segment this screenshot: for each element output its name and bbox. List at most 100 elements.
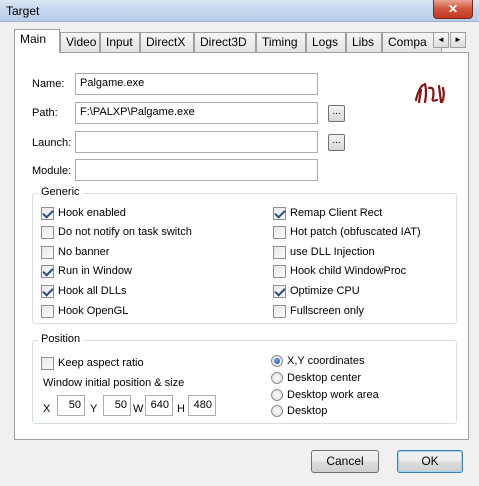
main-tab-panel: Name: Palgame.exe Path: F:\PALXP\Palgame… bbox=[14, 52, 469, 440]
window-title: Target bbox=[6, 4, 40, 18]
chevron-right-icon: ► bbox=[454, 35, 462, 44]
checkbox-label: Hook OpenGL bbox=[58, 305, 129, 317]
tab-scroll-right-button[interactable]: ► bbox=[450, 32, 466, 48]
y-field[interactable]: 50 bbox=[103, 395, 131, 416]
checkbox-label: Hook child WindowProc bbox=[290, 265, 407, 277]
checkbox-label: Hook enabled bbox=[58, 207, 126, 219]
path-field[interactable]: F:\PALXP\Palgame.exe bbox=[75, 102, 318, 124]
title-bar: Target ✕ bbox=[0, 0, 479, 22]
tab-label: DirectX bbox=[146, 35, 186, 49]
checkbox-box bbox=[41, 225, 54, 239]
tab-label: Timing bbox=[262, 35, 298, 49]
remap-client-rect-checkbox[interactable]: Remap Client Rect bbox=[273, 206, 382, 220]
chevron-left-icon: ◄ bbox=[437, 35, 445, 44]
name-label: Name: bbox=[32, 78, 65, 90]
tab-label: Direct3D bbox=[200, 35, 247, 49]
close-icon: ✕ bbox=[447, 2, 459, 16]
initial-position-label: Window initial position & size bbox=[43, 377, 185, 389]
cancel-button[interactable]: Cancel bbox=[311, 450, 379, 473]
optimize-cpu-checkbox[interactable]: Optimize CPU bbox=[273, 284, 360, 298]
x-label: X bbox=[43, 403, 51, 415]
pal-logo-icon bbox=[414, 82, 445, 104]
checkbox-label: Keep aspect ratio bbox=[58, 357, 144, 369]
y-label: Y bbox=[90, 403, 98, 415]
hook-all-dlls-checkbox[interactable]: Hook all DLLs bbox=[41, 284, 126, 298]
w-label: W bbox=[133, 403, 144, 415]
x-field[interactable]: 50 bbox=[57, 395, 85, 416]
radio-desktop[interactable]: Desktop bbox=[271, 404, 327, 418]
tab-logs[interactable]: Logs bbox=[306, 32, 346, 53]
radio-dot bbox=[271, 389, 283, 401]
name-field[interactable]: Palgame.exe bbox=[75, 73, 318, 95]
h-field[interactable]: 480 bbox=[188, 395, 216, 416]
module-label: Module: bbox=[32, 165, 72, 177]
launch-field[interactable] bbox=[75, 131, 318, 153]
checkbox-box bbox=[273, 284, 286, 298]
keep-aspect-ratio-checkbox[interactable]: Keep aspect ratio bbox=[41, 356, 144, 370]
radio-dot bbox=[271, 405, 283, 417]
radio-label: X,Y coordinates bbox=[287, 355, 365, 367]
launch-label: Launch: bbox=[32, 137, 72, 149]
checkbox-box bbox=[41, 264, 54, 278]
tab-label: Logs bbox=[312, 35, 339, 49]
generic-group-title: Generic bbox=[38, 186, 83, 198]
checkbox-box bbox=[273, 245, 286, 259]
position-group-title: Position bbox=[38, 333, 84, 345]
position-group: Position Keep aspect ratio Window initia… bbox=[32, 333, 457, 424]
dll-injection-checkbox[interactable]: use DLL Injection bbox=[273, 245, 375, 259]
checkbox-box bbox=[41, 245, 54, 259]
ok-button[interactable]: OK bbox=[397, 450, 463, 473]
checkbox-label: Remap Client Rect bbox=[290, 207, 383, 219]
tab-video[interactable]: Video bbox=[60, 32, 100, 53]
tab-directx[interactable]: DirectX bbox=[140, 32, 194, 53]
w-field[interactable]: 640 bbox=[145, 395, 173, 416]
radio-desktop-work-area[interactable]: Desktop work area bbox=[271, 388, 379, 402]
tab-main[interactable]: Main bbox=[14, 29, 60, 53]
launch-browse-button[interactable]: ... bbox=[328, 134, 345, 151]
h-label: H bbox=[177, 403, 185, 415]
no-banner-checkbox[interactable]: No banner bbox=[41, 245, 109, 259]
tab-label: Main bbox=[20, 32, 47, 46]
checkbox-box bbox=[41, 356, 54, 370]
tab-direct3d[interactable]: Direct3D bbox=[194, 32, 256, 53]
checkbox-label: Do not notify on task switch bbox=[58, 226, 192, 238]
tab-label: Input bbox=[106, 35, 133, 49]
tab-scroll-left-button[interactable]: ◄ bbox=[433, 32, 449, 48]
path-browse-button[interactable]: ... bbox=[328, 105, 345, 122]
checkbox-label: Run in Window bbox=[58, 265, 132, 277]
radio-dot bbox=[271, 355, 283, 367]
tab-input[interactable]: Input bbox=[100, 32, 140, 53]
radio-xy-coordinates[interactable]: X,Y coordinates bbox=[271, 354, 364, 368]
tab-label: Video bbox=[66, 35, 97, 49]
checkbox-box bbox=[41, 284, 54, 298]
checkbox-box bbox=[273, 225, 286, 239]
tab-label: Libs bbox=[352, 35, 375, 49]
run-in-window-checkbox[interactable]: Run in Window bbox=[41, 264, 132, 278]
checkbox-box bbox=[41, 206, 54, 220]
hook-enabled-checkbox[interactable]: Hook enabled bbox=[41, 206, 126, 220]
path-label: Path: bbox=[32, 107, 58, 119]
checkbox-box bbox=[273, 264, 286, 278]
close-button[interactable]: ✕ bbox=[433, 0, 473, 19]
fullscreen-only-checkbox[interactable]: Fullscreen only bbox=[273, 304, 364, 318]
radio-label: Desktop center bbox=[287, 372, 361, 384]
radio-dot bbox=[271, 372, 283, 384]
no-notify-task-switch-checkbox[interactable]: Do not notify on task switch bbox=[41, 225, 192, 239]
tab-label: Compa bbox=[388, 35, 427, 49]
tab-timing[interactable]: Timing bbox=[256, 32, 306, 53]
hook-opengl-checkbox[interactable]: Hook OpenGL bbox=[41, 304, 128, 318]
checkbox-label: Fullscreen only bbox=[290, 305, 364, 317]
module-field[interactable] bbox=[75, 159, 318, 181]
checkbox-box bbox=[273, 206, 286, 220]
radio-desktop-center[interactable]: Desktop center bbox=[271, 371, 361, 385]
radio-label: Desktop bbox=[287, 405, 328, 417]
checkbox-label: Hook all DLLs bbox=[58, 285, 127, 297]
tab-libs[interactable]: Libs bbox=[346, 32, 382, 53]
hot-patch-checkbox[interactable]: Hot patch (obfuscated IAT) bbox=[273, 225, 421, 239]
checkbox-label: Optimize CPU bbox=[290, 285, 360, 297]
radio-label: Desktop work area bbox=[287, 389, 379, 401]
checkbox-label: Hot patch (obfuscated IAT) bbox=[290, 226, 421, 238]
checkbox-label: use DLL Injection bbox=[290, 246, 375, 258]
tab-strip: Main Video Input DirectX Direct3D Timing… bbox=[14, 29, 469, 53]
hook-child-windowproc-checkbox[interactable]: Hook child WindowProc bbox=[273, 264, 406, 278]
